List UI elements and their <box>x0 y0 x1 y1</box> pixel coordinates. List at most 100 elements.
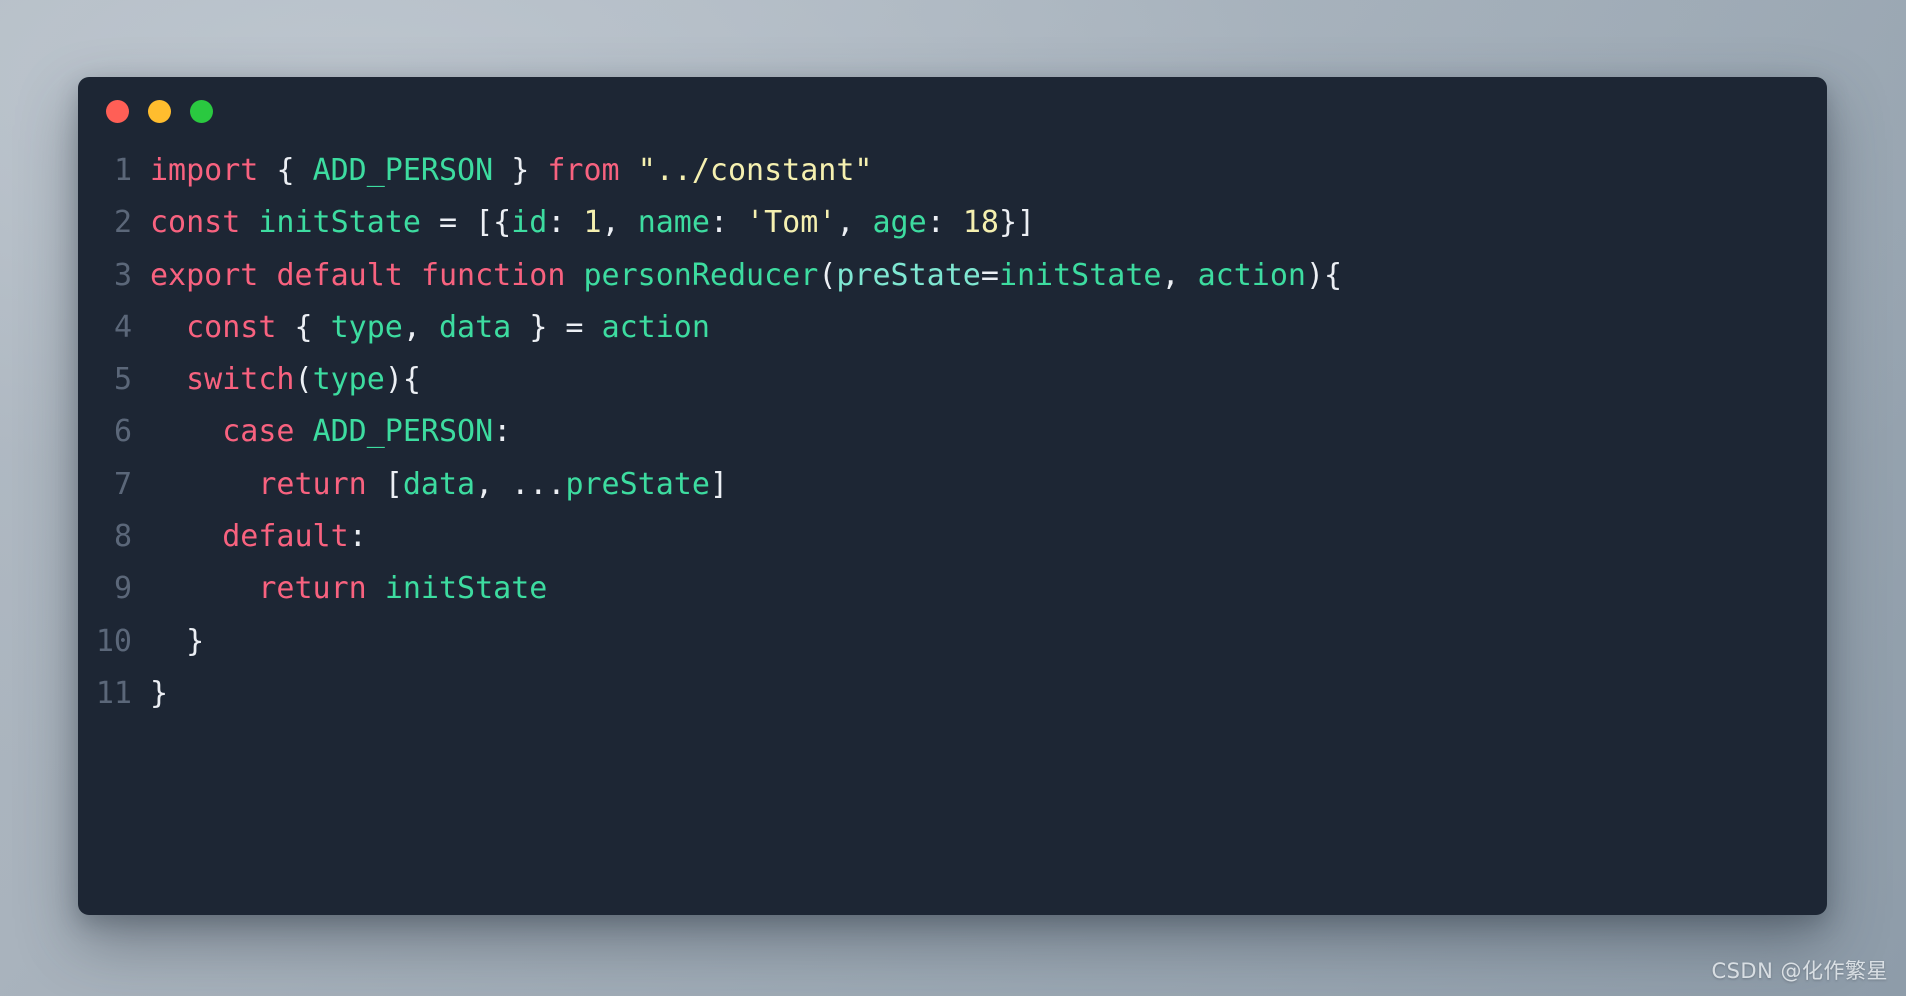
code-token-pun <box>276 310 294 345</box>
code-token-str: "../constant" <box>637 153 873 188</box>
minimize-button-icon[interactable] <box>148 99 171 123</box>
line-number: 7 <box>113 466 132 502</box>
code-token-id: initState <box>384 571 548 607</box>
code-token-kw: import <box>150 153 259 188</box>
line-number: 1 <box>113 153 132 188</box>
code-token-pun: , <box>836 205 873 241</box>
code-line[interactable]: 5 switch(type){ <box>78 354 1827 406</box>
code-token-prop: id <box>511 205 548 241</box>
code-token-pun: , <box>601 205 638 241</box>
code-token-id: data <box>402 466 476 502</box>
code-token-pun: , <box>475 466 512 502</box>
close-button-icon[interactable] <box>106 99 129 123</box>
code-line[interactable]: 8 default: <box>78 511 1827 563</box>
code-token-pun: { <box>276 153 295 188</box>
code-token-pun <box>403 258 421 293</box>
code-token-id: action <box>601 309 710 345</box>
code-line-content: return [data, ...preState] <box>150 459 728 511</box>
code-token-pun: , <box>402 309 439 345</box>
code-token-pun <box>258 258 276 293</box>
code-token-kw: switch <box>186 362 295 398</box>
code-token-pun <box>565 258 583 293</box>
code-line[interactable]: 9 return initState <box>78 563 1827 615</box>
line-number: 9 <box>113 571 132 607</box>
code-token-id: data <box>439 309 512 345</box>
code-token-prop: age <box>872 205 927 241</box>
code-token-pun: ){ <box>384 362 421 398</box>
code-line-content: switch(type){ <box>150 354 421 406</box>
code-token-pun: ... <box>511 466 566 502</box>
code-line[interactable]: 4 const { type, data } = action <box>78 302 1827 354</box>
code-token-pun <box>620 153 638 188</box>
code-token-id: action <box>1197 257 1306 293</box>
code-token-pun <box>295 153 313 188</box>
code-snippet-window: 1 import { ADD_PERSON } from "../constant… <box>78 77 1827 915</box>
code-token-id: type <box>312 362 385 398</box>
code-token-pun: } <box>511 153 530 188</box>
code-token-pun: = [{ <box>420 205 512 241</box>
window-title-bar <box>78 77 1827 145</box>
code-token-pun: { <box>294 309 313 345</box>
code-token-pun <box>529 153 547 188</box>
code-line-content: export default function personReducer(pr… <box>150 250 1342 302</box>
code-token-pun: = <box>547 309 602 345</box>
code-token-pun <box>258 153 276 188</box>
code-token-pun <box>150 467 258 502</box>
code-line[interactable]: 11} <box>78 668 1827 720</box>
code-token-pun <box>295 414 313 449</box>
line-number: 3 <box>113 257 132 293</box>
line-number: 2 <box>113 205 132 241</box>
code-line-content: } <box>150 668 168 720</box>
maximize-button-icon[interactable] <box>190 99 213 123</box>
code-token-id: type <box>330 309 403 345</box>
code-token-pun <box>313 310 331 345</box>
code-line[interactable]: 1 import { ADD_PERSON } from "../constant… <box>78 145 1827 197</box>
code-token-pun: , <box>1161 257 1198 293</box>
code-token-id: ADD_PERSON <box>312 414 494 450</box>
code-token-pun: ( <box>294 362 313 398</box>
code-line[interactable]: 6 case ADD_PERSON: <box>78 406 1827 458</box>
code-token-pun <box>150 624 186 659</box>
line-number: 10 <box>95 623 132 659</box>
code-token-kw: default <box>276 257 403 293</box>
code-token-pun: : <box>493 414 512 450</box>
code-token-pun <box>150 362 186 397</box>
code-token-pun: } <box>529 309 548 345</box>
line-number: 4 <box>113 309 132 345</box>
code-token-kw: export <box>150 257 259 293</box>
code-line[interactable]: 3 export default function personReducer(p… <box>78 250 1827 302</box>
line-number: 5 <box>113 362 132 398</box>
code-token-num: 18 <box>962 205 999 241</box>
code-token-fn: personReducer <box>583 257 819 293</box>
code-line-content: case ADD_PERSON: <box>150 406 511 458</box>
code-token-pun <box>150 571 258 606</box>
code-token-id: ADD_PERSON <box>312 153 494 188</box>
code-token-kw: return <box>258 571 367 607</box>
code-line[interactable]: 7 return [data, ...preState] <box>78 459 1827 511</box>
code-token-kw: return <box>258 466 367 502</box>
code-token-kw: default <box>222 519 349 555</box>
code-token-kw: const <box>186 309 277 345</box>
code-token-pun <box>150 310 186 345</box>
code-line-content: default: <box>150 511 367 563</box>
code-line-content: import { ADD_PERSON } from "../constant" <box>150 145 873 197</box>
code-line[interactable]: 2 const initState = [{id: 1, name: 'Tom',… <box>78 197 1827 249</box>
code-token-pun: : <box>547 205 584 241</box>
code-token-str: 'Tom' <box>746 205 837 241</box>
code-token-pun <box>493 153 511 188</box>
code-token-id: initState <box>258 205 421 241</box>
code-token-pun: ] <box>709 466 728 502</box>
code-editor[interactable]: 1 import { ADD_PERSON } from "../constant… <box>78 145 1827 720</box>
code-token-prop: name <box>637 205 710 241</box>
code-token-num: 1 <box>583 205 602 241</box>
line-number: 11 <box>95 675 132 711</box>
code-line[interactable]: 10 } <box>78 616 1827 668</box>
code-token-pun: : <box>348 519 367 555</box>
csdn-watermark: CSDN @化作繁星 <box>1711 959 1888 983</box>
code-token-kw: function <box>420 257 566 293</box>
code-token-pun: : <box>709 205 747 241</box>
code-token-kw: const <box>150 205 241 241</box>
code-token-pun: } <box>150 675 169 711</box>
code-token-pun: = <box>980 257 999 293</box>
code-token-pun: : <box>926 205 963 241</box>
